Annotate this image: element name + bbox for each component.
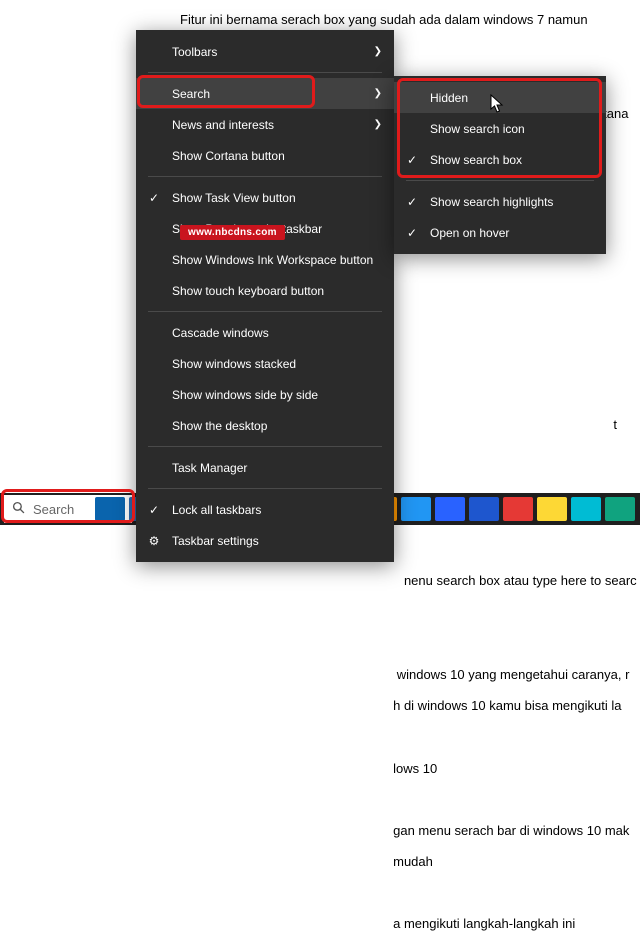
gear-icon: ⚙ [146, 534, 162, 548]
menu-task-manager[interactable]: Task Manager [136, 452, 394, 483]
taskbar-context-menu: Toolbars ❯ Search ❯ News and interests ❯… [136, 30, 394, 562]
separator [148, 176, 382, 177]
check-icon: ✓ [146, 503, 162, 517]
menu-label: Show Task View button [172, 191, 296, 205]
menu-label: Taskbar settings [172, 534, 259, 548]
menu-label: Show Windows Ink Workspace button [172, 253, 373, 267]
submenu-hidden[interactable]: Hidden [394, 82, 606, 113]
taskbar-app-icon[interactable] [605, 497, 635, 521]
taskbar-app-icon[interactable] [95, 497, 125, 521]
menu-touch-keyboard[interactable]: Show touch keyboard button [136, 275, 394, 306]
submenu-open-on-hover[interactable]: ✓ Open on hover [394, 217, 606, 248]
menu-toolbars[interactable]: Toolbars ❯ [136, 36, 394, 67]
menu-label: Toolbars [172, 45, 217, 59]
submenu-show-search-icon[interactable]: Show search icon [394, 113, 606, 144]
search-submenu: Hidden Show search icon ✓ Show search bo… [394, 76, 606, 254]
menu-lock-taskbars[interactable]: ✓ Lock all taskbars [136, 494, 394, 525]
submenu-search-highlights[interactable]: ✓ Show search highlights [394, 186, 606, 217]
menu-label: Show search box [430, 153, 522, 167]
separator [148, 72, 382, 73]
menu-label: Lock all taskbars [172, 503, 261, 517]
submenu-arrow-icon: ❯ [374, 88, 382, 99]
separator [148, 311, 382, 312]
submenu-arrow-icon: ❯ [374, 46, 382, 57]
menu-label: Show search icon [430, 122, 525, 136]
menu-label: Search [172, 87, 210, 101]
menu-label: Show the desktop [172, 419, 267, 433]
menu-label: News and interests [172, 118, 274, 132]
menu-label: Hidden [430, 91, 468, 105]
menu-taskbar-settings[interactable]: ⚙ Taskbar settings [136, 525, 394, 556]
watermark-label: www.nbcdns.com [180, 225, 285, 240]
menu-label: Show Cortana button [172, 149, 285, 163]
menu-label: Show touch keyboard button [172, 284, 324, 298]
taskbar-app-icon[interactable] [503, 497, 533, 521]
menu-label: Task Manager [172, 461, 247, 475]
menu-label: Show search highlights [430, 195, 553, 209]
check-icon: ✓ [146, 191, 162, 205]
search-placeholder: Search [33, 502, 74, 517]
taskbar-app-icon[interactable] [435, 497, 465, 521]
submenu-show-search-box[interactable]: ✓ Show search box [394, 144, 606, 175]
taskbar-app-icon[interactable] [537, 497, 567, 521]
menu-task-view[interactable]: ✓ Show Task View button [136, 182, 394, 213]
menu-label: Open on hover [430, 226, 509, 240]
separator [406, 180, 594, 181]
menu-label: Show windows stacked [172, 357, 296, 371]
check-icon: ✓ [404, 226, 420, 240]
menu-label: Cascade windows [172, 326, 269, 340]
separator [148, 488, 382, 489]
taskbar-app-icon[interactable] [571, 497, 601, 521]
check-icon: ✓ [404, 195, 420, 209]
menu-show-desktop[interactable]: Show the desktop [136, 410, 394, 441]
menu-cascade[interactable]: Cascade windows [136, 317, 394, 348]
menu-cortana-button[interactable]: Show Cortana button [136, 140, 394, 171]
menu-search[interactable]: Search ❯ [136, 78, 394, 109]
menu-ink[interactable]: Show Windows Ink Workspace button [136, 244, 394, 275]
menu-side-by-side[interactable]: Show windows side by side [136, 379, 394, 410]
taskbar-app-icon[interactable] [469, 497, 499, 521]
check-icon: ✓ [404, 153, 420, 167]
taskbar-app-icon[interactable] [401, 497, 431, 521]
separator [148, 446, 382, 447]
menu-stacked[interactable]: Show windows stacked [136, 348, 394, 379]
menu-label: Show windows side by side [172, 388, 318, 402]
search-icon [12, 501, 25, 517]
submenu-arrow-icon: ❯ [374, 119, 382, 130]
menu-news[interactable]: News and interests ❯ [136, 109, 394, 140]
